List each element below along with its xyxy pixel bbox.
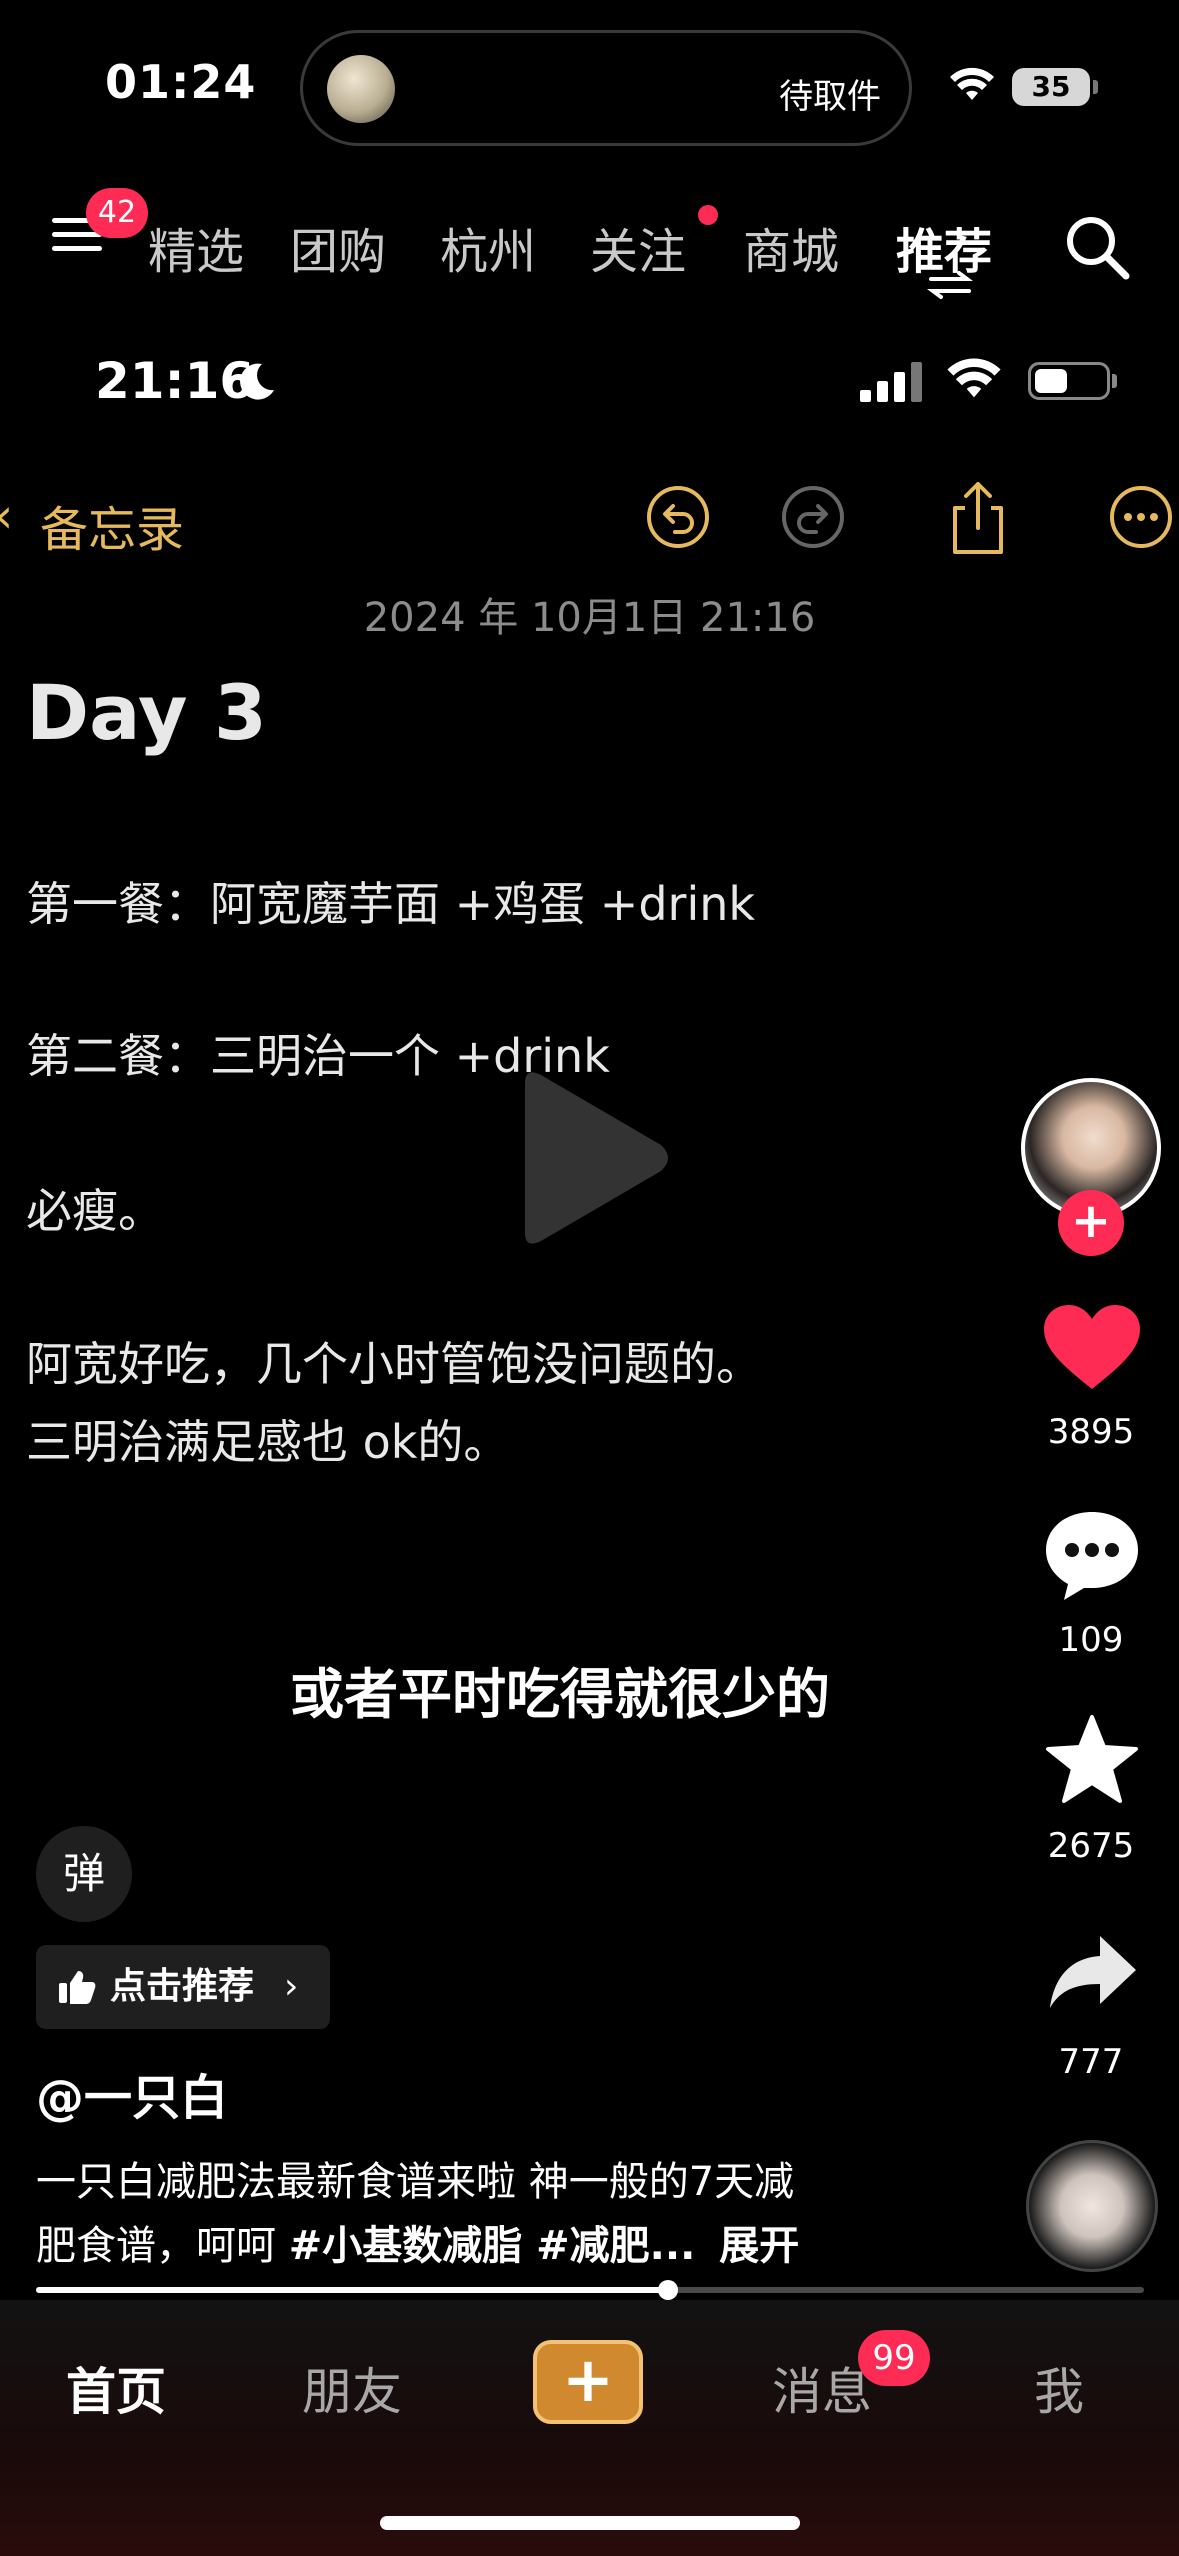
- tab-mall[interactable]: 商城: [743, 212, 839, 282]
- island-label: 待取件: [779, 77, 881, 117]
- expand-button[interactable]: 展开: [719, 2223, 799, 2269]
- description-line: 一只白减肥法最新食谱来啦 神一般的7天减: [36, 2159, 795, 2205]
- share-count: 777: [1058, 2042, 1124, 2082]
- more-icon: [1110, 486, 1172, 548]
- swap-icon: [927, 271, 973, 299]
- search-icon[interactable]: [1062, 212, 1132, 282]
- redo-icon: [782, 486, 844, 548]
- note-line: 阿宽好吃，几个小时管饱没问题的。: [26, 1337, 762, 1391]
- chevron-left-icon: ‹: [0, 488, 13, 544]
- video-description: 一只白减肥法最新食谱来啦 神一般的7天减 肥食谱，呵呵 #小基数减脂 #减肥..…: [36, 2150, 906, 2278]
- hashtags[interactable]: #小基数减脂 #减肥...: [289, 2223, 696, 2269]
- note-line: 必瘦。: [26, 1184, 164, 1238]
- dynamic-island[interactable]: 待取件: [300, 30, 912, 146]
- tab-friends[interactable]: 朋友: [302, 2352, 402, 2424]
- note-heading: Day 3: [26, 668, 267, 757]
- tab-home[interactable]: 首页: [66, 2352, 166, 2424]
- danmu-toggle[interactable]: 弹: [36, 1826, 132, 1922]
- follow-button[interactable]: +: [1058, 1190, 1124, 1256]
- forward-icon[interactable]: [1046, 1932, 1140, 2012]
- star-icon[interactable]: [1044, 1713, 1140, 1805]
- thumbs-up-icon: [59, 1971, 96, 2004]
- progress-fill: [36, 2287, 668, 2293]
- island-thumbnail: [327, 55, 395, 123]
- tab-hangzhou[interactable]: 杭州: [440, 212, 536, 282]
- status-time: 01:24: [105, 55, 257, 109]
- tab-messages[interactable]: 消息: [772, 2352, 872, 2424]
- note-line: 第一餐：阿宽魔芋面 +鸡蛋 +drink: [26, 877, 756, 931]
- music-disc[interactable]: [1026, 2140, 1158, 2272]
- plus-icon: +: [562, 2343, 614, 2416]
- tab-me[interactable]: 我: [1034, 2352, 1084, 2424]
- battery-indicator: 35: [1012, 68, 1098, 106]
- tab-group-buy[interactable]: 团购: [290, 212, 386, 282]
- cellular-signal-icon: [860, 362, 922, 402]
- messages-badge: 99: [858, 2330, 930, 2386]
- moon-icon: [240, 363, 274, 400]
- notes-back-label: 备忘录: [40, 502, 185, 558]
- inner-status-time: 21:16: [95, 352, 255, 410]
- note-date: 2024 年 10月1日 21:16: [363, 595, 816, 641]
- description-text: 肥食谱，呵呵: [36, 2223, 289, 2269]
- video-subtitle: 或者平时吃得就很少的: [290, 1663, 830, 1726]
- comment-count: 109: [1058, 1620, 1124, 1660]
- play-icon[interactable]: [505, 1063, 675, 1253]
- favorite-count: 2675: [1047, 1826, 1135, 1866]
- share-icon: [953, 482, 1003, 554]
- inner-battery-icon: [1028, 362, 1117, 400]
- wifi-icon: [950, 67, 994, 100]
- recommend-label: 点击推荐: [110, 1966, 255, 2007]
- note-line: 三明治满足感也 ok的。: [26, 1415, 510, 1469]
- comment-icon[interactable]: [1042, 1508, 1142, 1604]
- create-button[interactable]: +: [533, 2340, 643, 2424]
- following-dot: [698, 205, 718, 225]
- heart-icon[interactable]: [1042, 1303, 1142, 1393]
- description-line: 肥食谱，呵呵 #小基数减脂 #减肥... 展开: [36, 2214, 906, 2278]
- author-name[interactable]: @一只白: [36, 2058, 228, 2128]
- menu-badge: 42: [86, 188, 148, 238]
- recommend-button[interactable]: 点击推荐 ›: [36, 1945, 330, 2029]
- inner-wifi-icon: [947, 358, 1001, 398]
- progress-knob[interactable]: [657, 2280, 678, 2300]
- progress-bar[interactable]: [36, 2280, 1144, 2300]
- like-count: 3895: [1047, 1412, 1135, 1452]
- home-indicator: [380, 2516, 800, 2530]
- undo-icon: [647, 486, 709, 548]
- tab-featured[interactable]: 精选: [148, 212, 244, 282]
- tab-following[interactable]: 关注: [590, 212, 686, 282]
- chevron-right-icon: ›: [284, 1966, 299, 2007]
